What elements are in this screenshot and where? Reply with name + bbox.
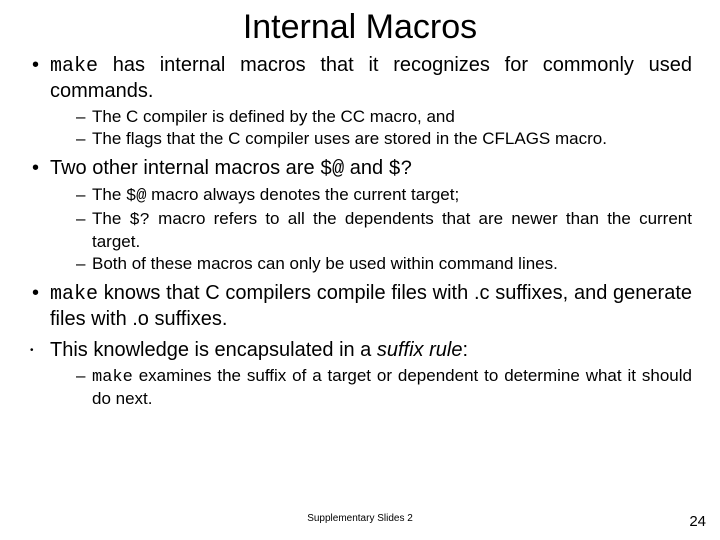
sub-dollar-at: The $@ macro always denotes the current …: [76, 184, 692, 207]
code-make: make: [92, 368, 133, 387]
text: examines the suffix of a target or depen…: [92, 366, 692, 408]
code-dollar-qm: $?: [130, 211, 150, 230]
code-dollar-at: $@: [126, 187, 146, 206]
sub-cflags-macro: The flags that the C compiler uses are s…: [76, 128, 692, 149]
slide-title: Internal Macros: [28, 8, 692, 47]
sub-list: The C compiler is defined by the CC macr…: [76, 106, 692, 150]
sub-list: The $@ macro always denotes the current …: [76, 184, 692, 275]
text: :: [462, 339, 468, 361]
code-make: make: [50, 283, 98, 306]
code-dollar-qm: $?: [389, 158, 413, 181]
sub-dollar-qm: The $? macro refers to all the dependent…: [76, 208, 692, 253]
text: and: [344, 157, 388, 179]
text: Two other internal macros are: [50, 157, 320, 179]
bullet-list: make has internal macros that it recogni…: [28, 53, 692, 409]
slide: Internal Macros make has internal macros…: [0, 0, 720, 540]
term-suffix-rule: suffix rule: [377, 339, 463, 361]
code-make: make: [50, 55, 98, 78]
code-dollar-at: $@: [320, 158, 344, 181]
sub-command-lines: Both of these macros can only be used wi…: [76, 253, 692, 274]
text: This knowledge is encapsulated in a: [50, 339, 377, 361]
bullet-suffix-rule: This knowledge is encapsulated in a suff…: [28, 338, 692, 410]
text: has internal macros that it recognizes f…: [50, 54, 692, 102]
text: macro always denotes the current target;: [146, 185, 459, 204]
text: The: [92, 209, 130, 228]
bullet-make-internal: make has internal macros that it recogni…: [28, 53, 692, 150]
bullet-c-suffixes: make knows that C compilers compile file…: [28, 281, 692, 332]
sub-cc-macro: The C compiler is defined by the CC macr…: [76, 106, 692, 127]
sub-examines-suffix: make examines the suffix of a target or …: [76, 365, 692, 410]
text: The: [92, 185, 126, 204]
sub-list: make examines the suffix of a target or …: [76, 365, 692, 410]
text: knows that C compilers compile files wit…: [50, 282, 692, 330]
bullet-two-other: Two other internal macros are $@ and $? …: [28, 156, 692, 275]
text: macro refers to all the dependents that …: [92, 209, 692, 251]
footer-text: Supplementary Slides 2: [0, 513, 720, 524]
page-number: 24: [689, 513, 706, 530]
